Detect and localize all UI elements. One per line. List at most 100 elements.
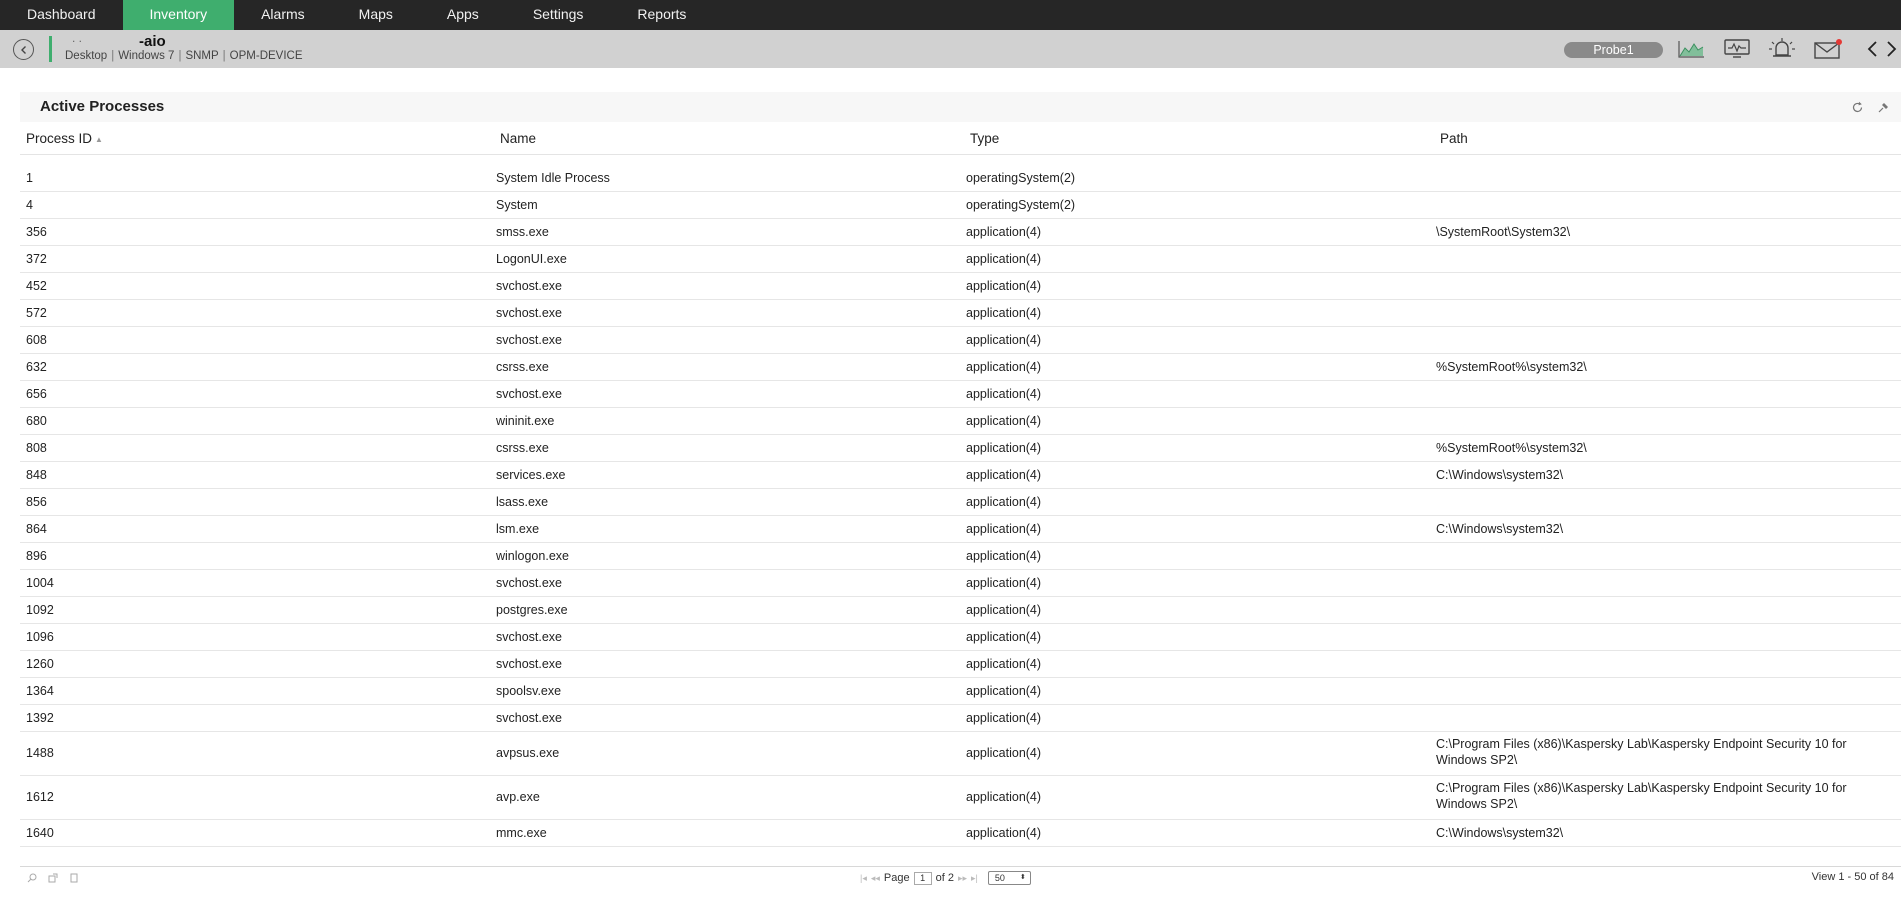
probe-badge[interactable]: Probe1 [1564, 42, 1663, 58]
cell-process-id: 356 [26, 225, 47, 239]
next-page-icon[interactable]: ▸▸ [958, 873, 967, 884]
cell-name: wininit.exe [496, 414, 555, 428]
cell-name: postgres.exe [496, 603, 568, 617]
cell-path: C:\Program Files (x86)\Kaspersky Lab\Kas… [1436, 737, 1847, 767]
table-row[interactable]: 572 svchost.exe application(4) [20, 300, 1901, 327]
top-nav: Dashboard Inventory Alarms Maps Apps Settings… [0, 0, 1901, 30]
refresh-icon[interactable] [1849, 99, 1865, 115]
cell-name: LogonUI.exe [496, 252, 567, 266]
cell-process-id: 608 [26, 333, 47, 347]
cell-type: application(4) [966, 306, 1042, 320]
cell-process-id: 1092 [26, 603, 54, 617]
page-input[interactable]: 1 [913, 871, 932, 885]
cell-process-id: 1364 [26, 684, 54, 698]
cell-process-id: 848 [26, 468, 47, 482]
table-row[interactable]: 856 lsass.exe application(4) [20, 489, 1901, 516]
cell-process-id: 656 [26, 387, 47, 401]
column-header-name[interactable]: Name [500, 131, 536, 146]
table-row[interactable]: 372 LogonUI.exe application(4) [20, 246, 1901, 273]
search-icon[interactable] [26, 873, 37, 883]
chevron-right-icon[interactable] [1885, 36, 1901, 62]
cell-type: application(4) [966, 333, 1042, 347]
table-row[interactable]: 864 lsm.exe application(4) C:\Windows\syste… [20, 516, 1901, 543]
cell-process-id: 1612 [26, 790, 54, 804]
table-row[interactable]: 4 System operatingSystem(2) [20, 192, 1901, 219]
table-row[interactable]: 1004 svchost.exe application(4) [20, 570, 1901, 597]
nav-item-inventory[interactable]: Inventory [122, 0, 235, 30]
table-body: 1 System Idle Process operatingSystem(2) 4 S… [20, 154, 1901, 847]
cell-process-id: 808 [26, 441, 47, 455]
panel-tools [1849, 99, 1891, 115]
cell-process-id: 856 [26, 495, 47, 509]
page-size-select[interactable]: 50 ⬍ [987, 871, 1031, 885]
alarm-bell-icon[interactable] [1767, 36, 1797, 62]
table-row[interactable]: 1260 svchost.exe application(4) [20, 651, 1901, 678]
table-row[interactable]: 808 csrss.exe application(4) %SystemRoot%\s… [20, 435, 1901, 462]
nav-item-dashboard[interactable]: Dashboard [0, 0, 123, 30]
nav-item-apps[interactable]: Apps [420, 0, 506, 30]
first-page-icon[interactable]: |◂ [860, 873, 867, 884]
table-row[interactable]: 1 System Idle Process operatingSystem(2) [20, 165, 1901, 192]
export-icon[interactable] [47, 873, 58, 883]
table-row[interactable]: 1488 avpsus.exe application(4) C:\Program F… [20, 732, 1901, 776]
mail-icon[interactable] [1813, 36, 1843, 62]
monitor-icon[interactable] [1722, 36, 1752, 62]
cell-path: \SystemRoot\System32\ [1436, 225, 1571, 239]
area-chart-icon[interactable] [1676, 36, 1706, 62]
table-row[interactable]: 680 wininit.exe application(4) [20, 408, 1901, 435]
table-row[interactable]: 1392 svchost.exe application(4) [20, 705, 1901, 732]
table-row[interactable]: 1096 svchost.exe application(4) [20, 624, 1901, 651]
table-row[interactable]: 1640 mmc.exe application(4) C:\Windows\syst… [20, 820, 1901, 847]
cell-name: svchost.exe [496, 387, 563, 401]
table-row[interactable]: 1092 postgres.exe application(4) [20, 597, 1901, 624]
table-row[interactable]: 632 csrss.exe application(4) %SystemRoot%\s… [20, 354, 1901, 381]
table-row[interactable]: 608 svchost.exe application(4) [20, 327, 1901, 354]
column-header-process-id[interactable]: Process ID ▲ [26, 131, 103, 146]
cell-name: winlogon.exe [496, 549, 569, 563]
cell-process-id: 452 [26, 279, 47, 293]
nav-item-settings[interactable]: Settings [506, 0, 611, 30]
table-row[interactable]: 452 svchost.exe application(4) [20, 273, 1901, 300]
cell-name: avpsus.exe [496, 746, 560, 760]
pager-tools [26, 873, 79, 883]
cell-name: svchost.exe [496, 279, 563, 293]
pager-controls: |◂ ◂◂ Page 1 of 2 ▸▸ ▸| 50 ⬍ [860, 871, 1031, 885]
cell-name: smss.exe [496, 225, 549, 239]
column-header-path[interactable]: Path [1440, 131, 1468, 146]
table-row[interactable]: 896 winlogon.exe application(4) [20, 543, 1901, 570]
cell-process-id: 1392 [26, 711, 54, 725]
cell-name: lsass.exe [496, 495, 549, 509]
cell-type: application(4) [966, 225, 1042, 239]
cell-name: svchost.exe [496, 657, 563, 671]
chevron-left-icon[interactable] [1858, 36, 1888, 62]
back-button[interactable] [13, 39, 34, 60]
prev-page-icon[interactable]: ◂◂ [871, 873, 880, 884]
cell-path: C:\Program Files (x86)\Kaspersky Lab\Kas… [1436, 781, 1847, 811]
table-row[interactable]: 848 services.exe application(4) C:\Windows\… [20, 462, 1901, 489]
page-size-value: 50 [994, 873, 1005, 883]
copy-icon[interactable] [68, 873, 79, 883]
cell-process-id: 680 [26, 414, 47, 428]
device-name: -aio [139, 33, 166, 50]
table-row[interactable]: 1612 avp.exe application(4) C:\Program File… [20, 776, 1901, 820]
device-header: . . -aio Desktop | Windows 7 | SNMP | OPM-DEVI… [0, 30, 1901, 68]
last-page-icon[interactable]: ▸| [971, 873, 978, 884]
table-row[interactable]: 356 smss.exe application(4) \SystemRoot\Sys… [20, 219, 1901, 246]
table-row[interactable]: 1364 spoolsv.exe application(4) [20, 678, 1901, 705]
column-header-type[interactable]: Type [970, 131, 999, 146]
device-name-prefix: . . [72, 31, 83, 45]
nav-item-alarms[interactable]: Alarms [234, 0, 332, 30]
cell-path: C:\Windows\system32\ [1436, 826, 1564, 840]
table-row[interactable]: 656 svchost.exe application(4) [20, 381, 1901, 408]
nav-item-reports[interactable]: Reports [610, 0, 713, 30]
cell-type: application(4) [966, 549, 1042, 563]
cell-process-id: 1096 [26, 630, 54, 644]
cell-name: services.exe [496, 468, 566, 482]
cell-name: svchost.exe [496, 630, 563, 644]
cell-name: System [496, 198, 538, 212]
cell-name: svchost.exe [496, 306, 563, 320]
cell-process-id: 864 [26, 522, 47, 536]
cell-name: mmc.exe [496, 826, 547, 840]
nav-item-maps[interactable]: Maps [332, 0, 420, 30]
pin-icon[interactable] [1875, 99, 1891, 115]
